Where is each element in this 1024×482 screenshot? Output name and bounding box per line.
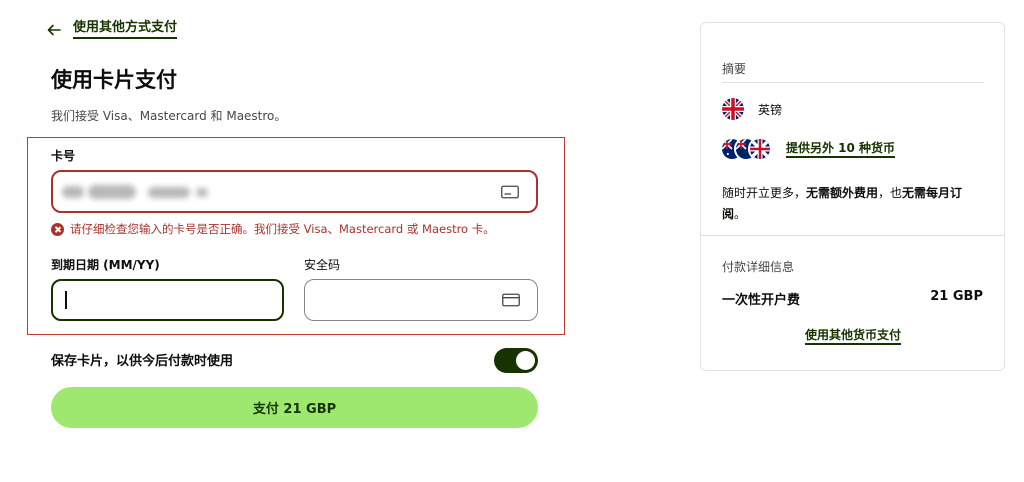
summary-divider [722,82,984,83]
gb-flag-icon [748,137,772,161]
currency-row: 英镑 [722,98,782,120]
back-link-label[interactable]: 使用其他方式支付 [73,20,178,39]
credit-card-icon [501,185,519,198]
card-number-error: 请仔细检查您输入的卡号是否正确。我们接受 Visa、Mastercard 或 M… [51,221,495,237]
cvc-input[interactable] [304,279,538,321]
card-number-label: 卡号 [51,149,76,163]
pay-other-currency-link[interactable]: 使用其他货币支付 [805,328,902,345]
payment-details-title: 付款详细信息 [722,260,795,274]
card-back-icon [502,293,520,307]
fee-label: 一次性开户费 [722,293,801,308]
card-number-value-blurred [62,182,212,202]
currency-name: 英镑 [758,102,783,117]
summary-card: 摘要 英镑 提供另外 10 种货币 随时开立更多，无需额外费用，也无需每月订阅。… [700,22,1005,371]
more-currencies-row[interactable]: 提供另外 10 种货币 [720,137,896,161]
summary-note: 随时开立更多，无需额外费用，也无需每月订阅。 [722,183,984,225]
save-card-toggle[interactable] [494,348,538,373]
note-bold-no-extra-fee: 无需额外费用 [806,186,879,200]
page-title: 使用卡片支付 [51,68,177,92]
toggle-knob [516,351,535,370]
text-caret [65,291,67,309]
more-currencies-link[interactable]: 提供另外 10 种货币 [786,141,896,158]
back-link[interactable]: 使用其他方式支付 [47,20,178,39]
note-text: 随时开立更多， [722,186,807,200]
expiry-input[interactable] [51,279,284,321]
error-icon [51,222,64,236]
expiry-label: 到期日期 (MM/YY) [51,258,160,272]
section-divider [701,235,1004,236]
fee-value: 21 GBP [930,289,983,304]
page-subtitle: 我们接受 Visa、Mastercard 和 Maestro。 [51,109,287,123]
card-number-input[interactable] [51,170,538,213]
card-number-error-text: 请仔细检查您输入的卡号是否正确。我们接受 Visa、Mastercard 或 M… [70,222,495,236]
pay-button[interactable]: 支付 21 GBP [51,387,538,428]
note-text: 。 [734,207,747,221]
currency-flags-stack [720,137,772,161]
summary-title: 摘要 [722,62,747,76]
arrow-left-icon [47,24,61,35]
uk-flag-icon [722,98,744,120]
cvc-label: 安全码 [304,258,341,272]
note-text: ，也 [878,186,903,200]
save-card-label: 保存卡片，以供今后付款时使用 [51,354,234,369]
